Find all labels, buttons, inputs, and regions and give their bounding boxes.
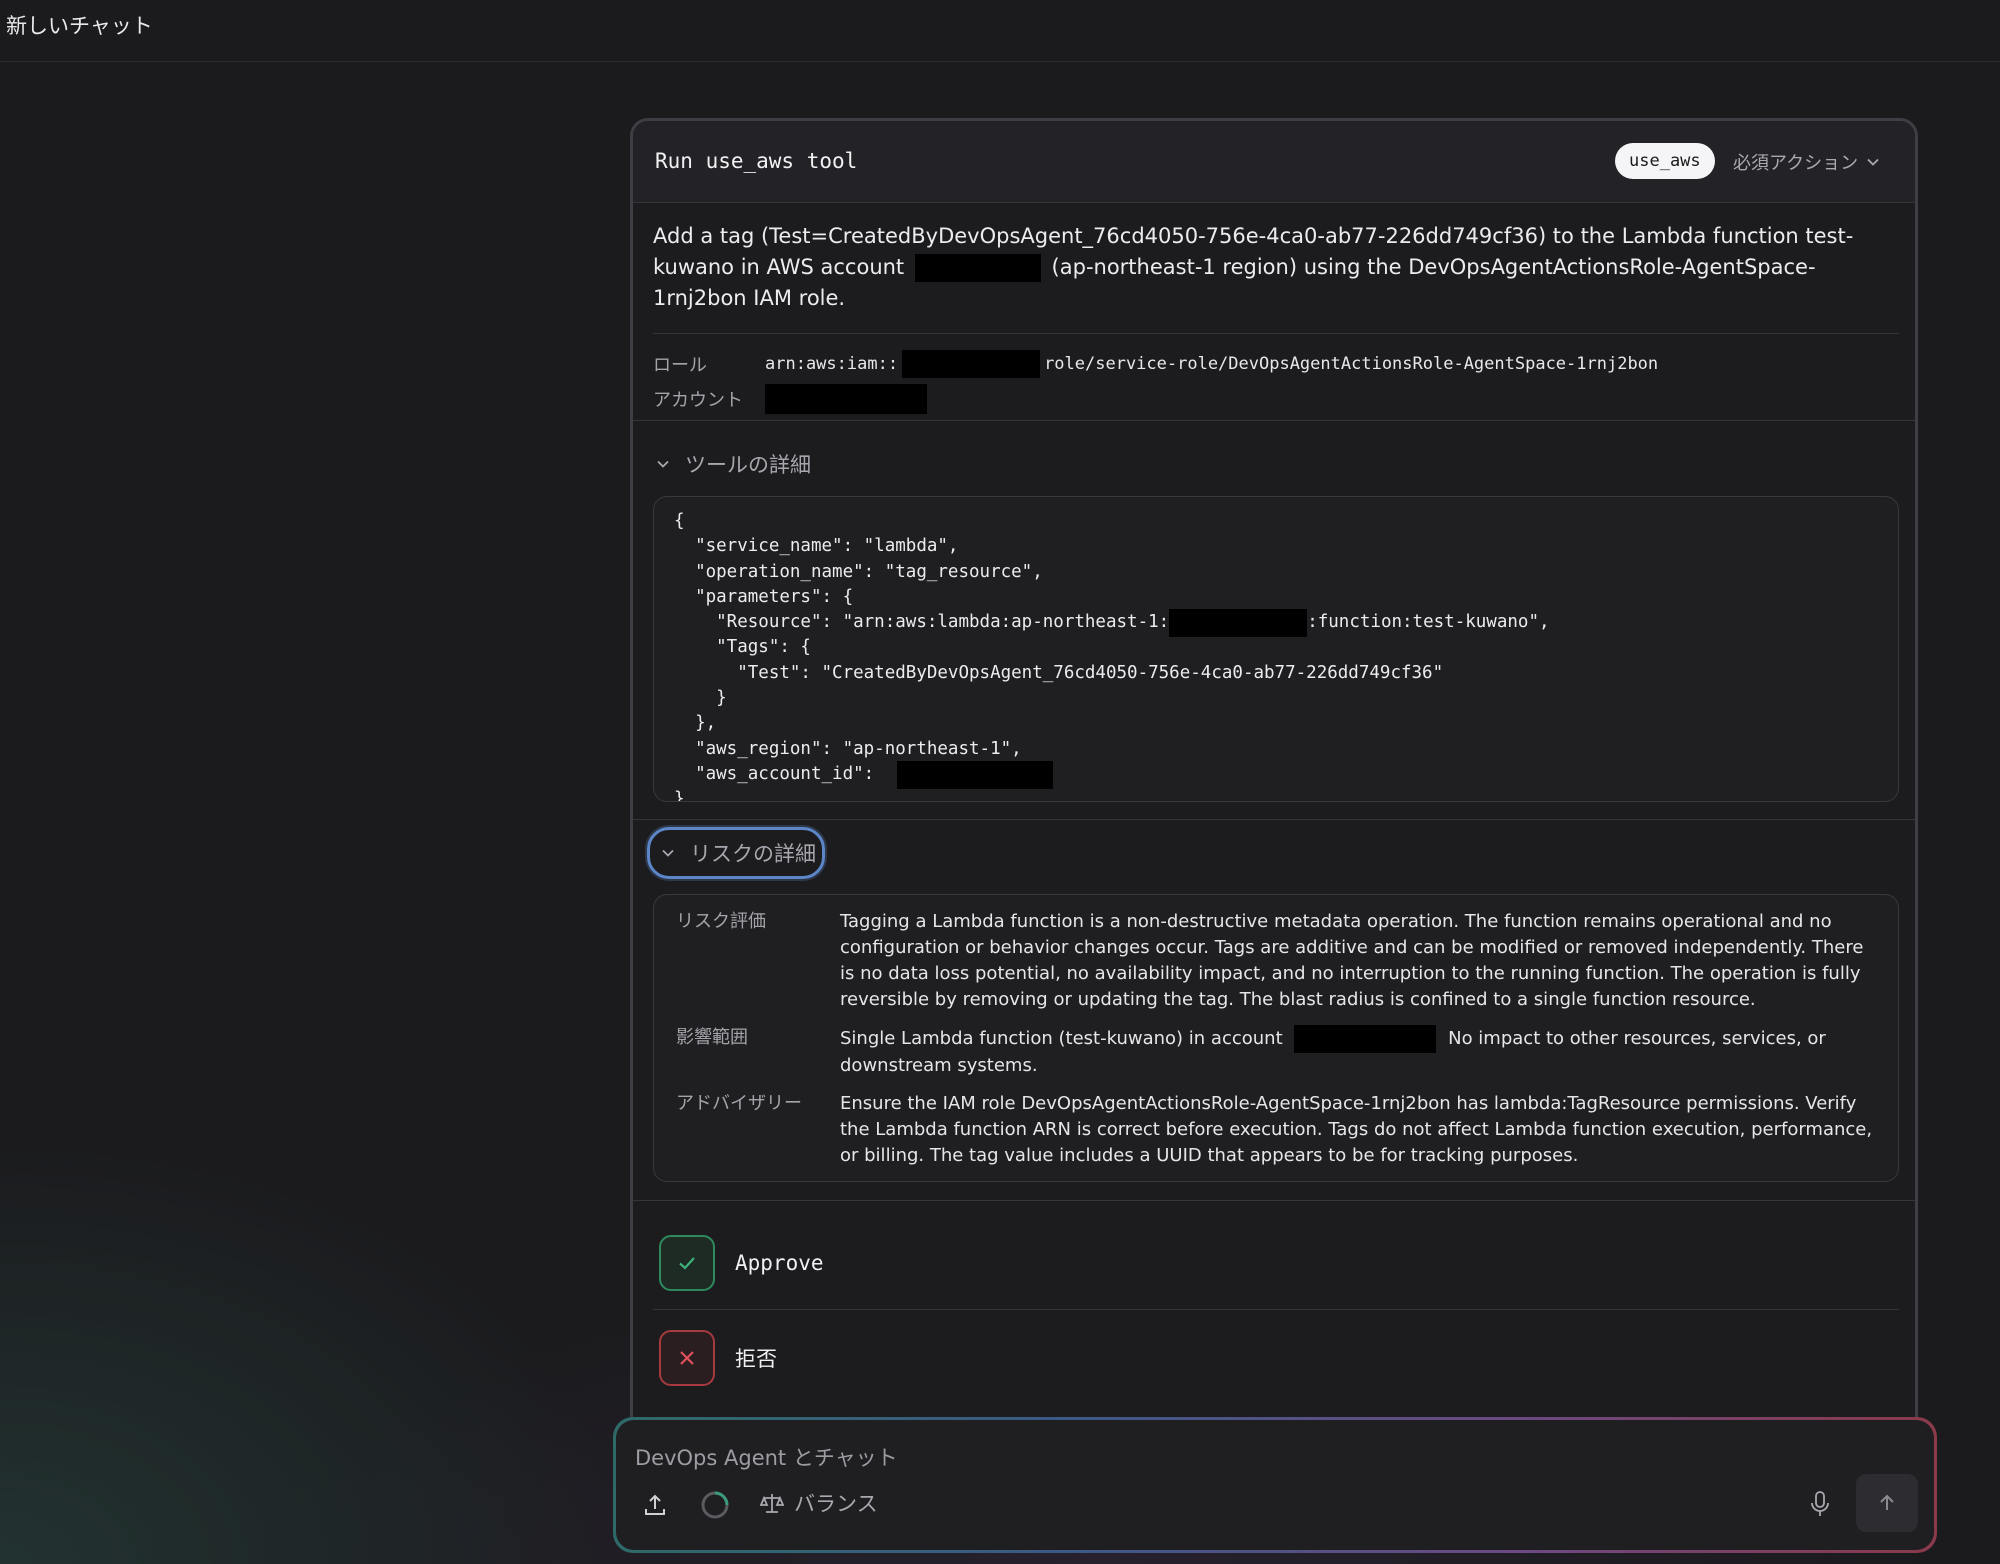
voice-input-button[interactable] — [1806, 1488, 1834, 1520]
approve-button[interactable] — [659, 1235, 715, 1291]
approve-label: Approve — [735, 1251, 824, 1275]
code-line-account: "aws_account_id": — [674, 760, 1898, 789]
chat-input-placeholder[interactable]: DevOps Agent とチャット — [635, 1442, 898, 1472]
role-row: ロール arn:aws:iam:: role/service-role/DevO… — [653, 346, 1899, 381]
reject-label: 拒否 — [735, 1347, 777, 1371]
approve-option[interactable]: Approve — [659, 1235, 824, 1291]
close-icon — [680, 1351, 694, 1365]
mode-selector[interactable]: バランス — [760, 1488, 878, 1518]
divider — [633, 1200, 1915, 1201]
code-line: "parameters": { — [674, 586, 854, 607]
chevron-down-icon — [662, 849, 674, 857]
scale-icon — [760, 1494, 784, 1513]
advisory-row: アドバイザリー Ensure the IAM role DevOpsAgentA… — [676, 1091, 1878, 1169]
spinner-icon — [701, 1491, 729, 1519]
divider — [653, 1309, 1899, 1310]
code-line: } — [674, 688, 727, 709]
top-bar: 新しいチャット — [0, 0, 2000, 62]
code-line: "Test": "CreatedByDevOpsAgent_76cd4050-7… — [674, 662, 1444, 683]
risk-assessment-text: Tagging a Lambda function is a non-destr… — [840, 911, 1864, 1010]
reject-button[interactable] — [659, 1330, 715, 1386]
advisory-text: Ensure the IAM role DevOpsAgentActionsRo… — [840, 1093, 1873, 1166]
redacted-account-id — [896, 760, 1053, 789]
required-action-dropdown[interactable]: 必須アクション — [1733, 149, 1880, 175]
risk-details-label: リスクの詳細 — [690, 842, 816, 866]
risk-details-toggle[interactable]: リスクの詳細 — [647, 827, 825, 879]
upload-button[interactable] — [640, 1490, 670, 1520]
redacted-account-id — [1294, 1025, 1437, 1053]
redacted-account-id — [902, 349, 1041, 378]
risk-assessment-label: リスク評価 — [676, 911, 766, 932]
card-title: Run use_aws tool — [655, 149, 858, 173]
code-line-resource: "Resource": "arn:aws:lambda:ap-northeast… — [674, 608, 1898, 637]
reject-option[interactable]: 拒否 — [659, 1330, 777, 1386]
redacted-account-id — [1169, 608, 1308, 637]
role-arn-suffix: role/service-role/DevOpsAgentActionsRole… — [1044, 353, 1659, 374]
code-line: "operation_name": "tag_resource", — [674, 561, 1043, 582]
code-resource-prefix: "Resource": "arn:aws:lambda:ap-northeast… — [674, 612, 1170, 633]
required-action-label: 必須アクション — [1733, 153, 1859, 174]
risk-details-panel: リスク評価 Tagging a Lambda function is a non… — [653, 894, 1899, 1182]
role-value: arn:aws:iam:: role/service-role/DevOpsAg… — [765, 349, 1659, 378]
divider — [633, 819, 1915, 820]
check-icon — [679, 1257, 695, 1270]
tool-parameters-code: { "service_name": "lambda", "operation_n… — [653, 496, 1899, 802]
code-line: }, — [674, 713, 717, 734]
chat-title: 新しいチャット — [6, 14, 153, 38]
app-page: 新しいチャット Run use_aws tool use_aws 必須アクション… — [0, 0, 2000, 1564]
account-value — [765, 383, 927, 414]
code-line: "service_name": "lambda", — [674, 536, 959, 557]
tool-name-badge: use_aws — [1615, 143, 1715, 179]
redacted-account-id — [914, 254, 1041, 282]
tool-details-label: ツールの詳細 — [685, 453, 811, 477]
tool-approval-card: Run use_aws tool use_aws 必須アクション Add a t… — [630, 118, 1918, 1448]
card-header: Run use_aws tool use_aws 必須アクション — [633, 121, 1915, 203]
code-line: "aws_region": "ap-northeast-1", — [674, 738, 1022, 759]
code-resource-suffix: :function:test-kuwano", — [1307, 612, 1550, 633]
send-button[interactable] — [1856, 1474, 1918, 1532]
status-spinner — [698, 1488, 732, 1522]
code-line: } — [674, 789, 685, 802]
role-label: ロール — [653, 354, 707, 376]
account-row: アカウント — [653, 381, 1899, 416]
action-description: Add a tag (Test=CreatedByDevOpsAgent_76c… — [653, 221, 1893, 314]
impact-scope-row: 影響範囲 Single Lambda function (test-kuwano… — [676, 1025, 1878, 1079]
redacted-account-id — [765, 383, 927, 414]
code-account-key: "aws_account_id": — [674, 763, 885, 784]
microphone-icon — [1811, 1491, 1829, 1516]
account-label: アカウント — [653, 389, 743, 411]
role-arn-prefix: arn:aws:iam:: — [765, 353, 899, 374]
code-line: "Tags": { — [674, 637, 811, 658]
chevron-down-icon — [1867, 158, 1879, 166]
arrow-up-icon — [1880, 1494, 1894, 1510]
divider — [633, 420, 1915, 421]
risk-assessment-row: リスク評価 Tagging a Lambda function is a non… — [676, 909, 1878, 1013]
chevron-down-icon — [657, 460, 669, 468]
advisory-label: アドバイザリー — [676, 1093, 802, 1114]
impact-scope-text: Single Lambda function (test-kuwano) in … — [840, 1025, 1878, 1079]
role-account-meta: ロール arn:aws:iam:: role/service-role/DevO… — [653, 333, 1899, 416]
chat-input-box[interactable] — [616, 1420, 1934, 1550]
upload-icon — [645, 1494, 665, 1515]
tool-details-toggle[interactable]: ツールの詳細 — [655, 449, 811, 479]
code-line: { — [674, 511, 685, 531]
scope-text-before: Single Lambda function (test-kuwano) in … — [840, 1028, 1283, 1049]
mode-label: バランス — [794, 1492, 878, 1516]
impact-scope-label: 影響範囲 — [676, 1027, 748, 1048]
